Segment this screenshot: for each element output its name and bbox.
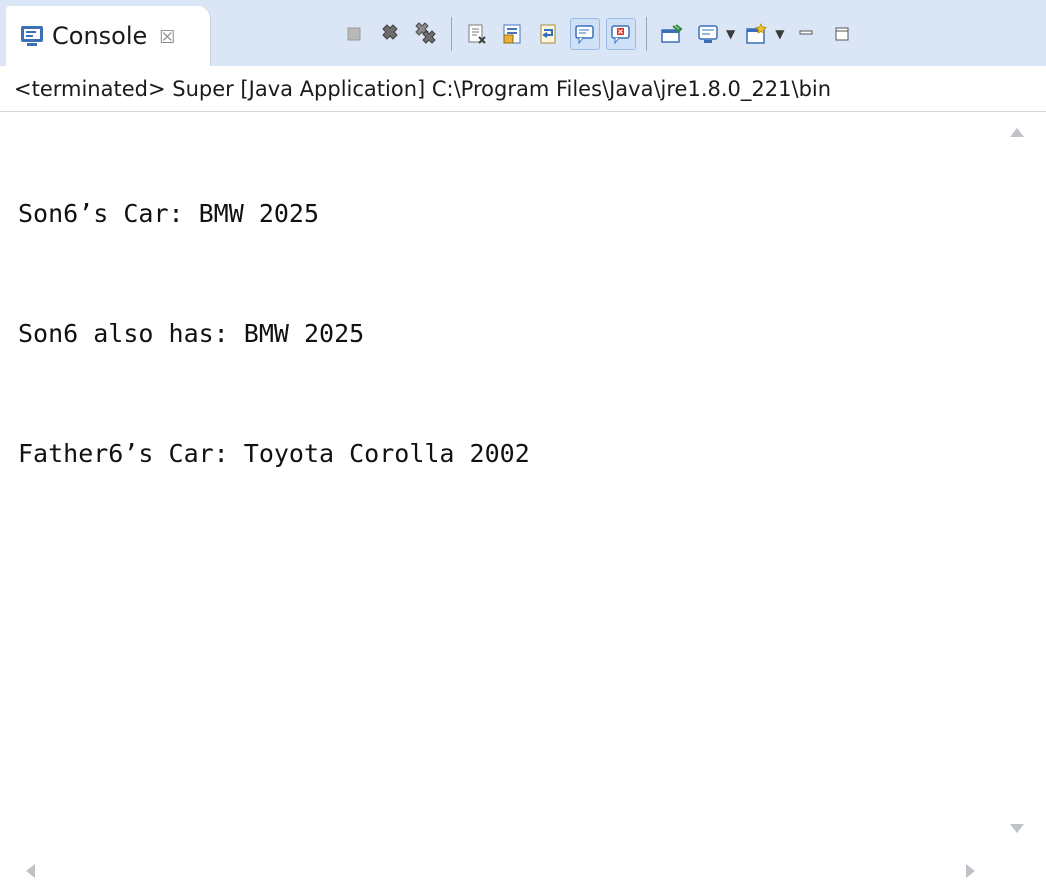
- show-on-stdout-icon[interactable]: [570, 18, 600, 50]
- console-toolbar: ▼ ▼: [336, 12, 860, 56]
- close-icon[interactable]: ☒: [159, 27, 175, 48]
- word-wrap-icon[interactable]: [534, 18, 564, 50]
- console-output[interactable]: Son6’s Car: BMW 2025 Son6 also has: BMW …: [18, 114, 988, 514]
- scroll-left-icon[interactable]: [26, 864, 35, 878]
- console-tab[interactable]: Console ☒: [6, 6, 210, 66]
- scroll-up-icon[interactable]: [1010, 128, 1024, 137]
- display-selected-console-icon[interactable]: [693, 18, 723, 50]
- minimize-icon[interactable]: [791, 18, 821, 50]
- remove-all-terminated-icon[interactable]: [411, 18, 441, 50]
- scroll-down-icon[interactable]: [1010, 824, 1024, 833]
- view-tab-bar: Console ☒ ▼ ▼: [0, 0, 1046, 66]
- terminate-icon[interactable]: [339, 18, 369, 50]
- clear-console-icon[interactable]: [462, 18, 492, 50]
- vertical-scrollbar[interactable]: [998, 112, 1042, 852]
- maximize-icon[interactable]: [827, 18, 857, 50]
- show-on-stderr-icon[interactable]: [606, 18, 636, 50]
- chevron-down-icon[interactable]: ▼: [726, 27, 735, 41]
- console-icon: [18, 22, 46, 50]
- toolbar-separator: [646, 17, 647, 51]
- scroll-right-icon[interactable]: [966, 864, 975, 878]
- horizontal-scrollbar[interactable]: [0, 852, 1046, 887]
- pin-console-icon[interactable]: [657, 18, 687, 50]
- process-description: <terminated> Super [Java Application] C:…: [0, 66, 1046, 112]
- remove-launch-icon[interactable]: [375, 18, 405, 50]
- chevron-down-icon[interactable]: ▼: [775, 27, 784, 41]
- open-console-icon[interactable]: [742, 18, 772, 50]
- toolbar-separator: [451, 17, 452, 51]
- tab-label: Console: [52, 22, 148, 50]
- output-line: Father6’s Car: Toyota Corolla 2002: [18, 439, 530, 468]
- scroll-lock-icon[interactable]: [498, 18, 528, 50]
- output-line: Son6’s Car: BMW 2025: [18, 199, 320, 228]
- output-line: Son6 also has: BMW 2025: [18, 319, 365, 348]
